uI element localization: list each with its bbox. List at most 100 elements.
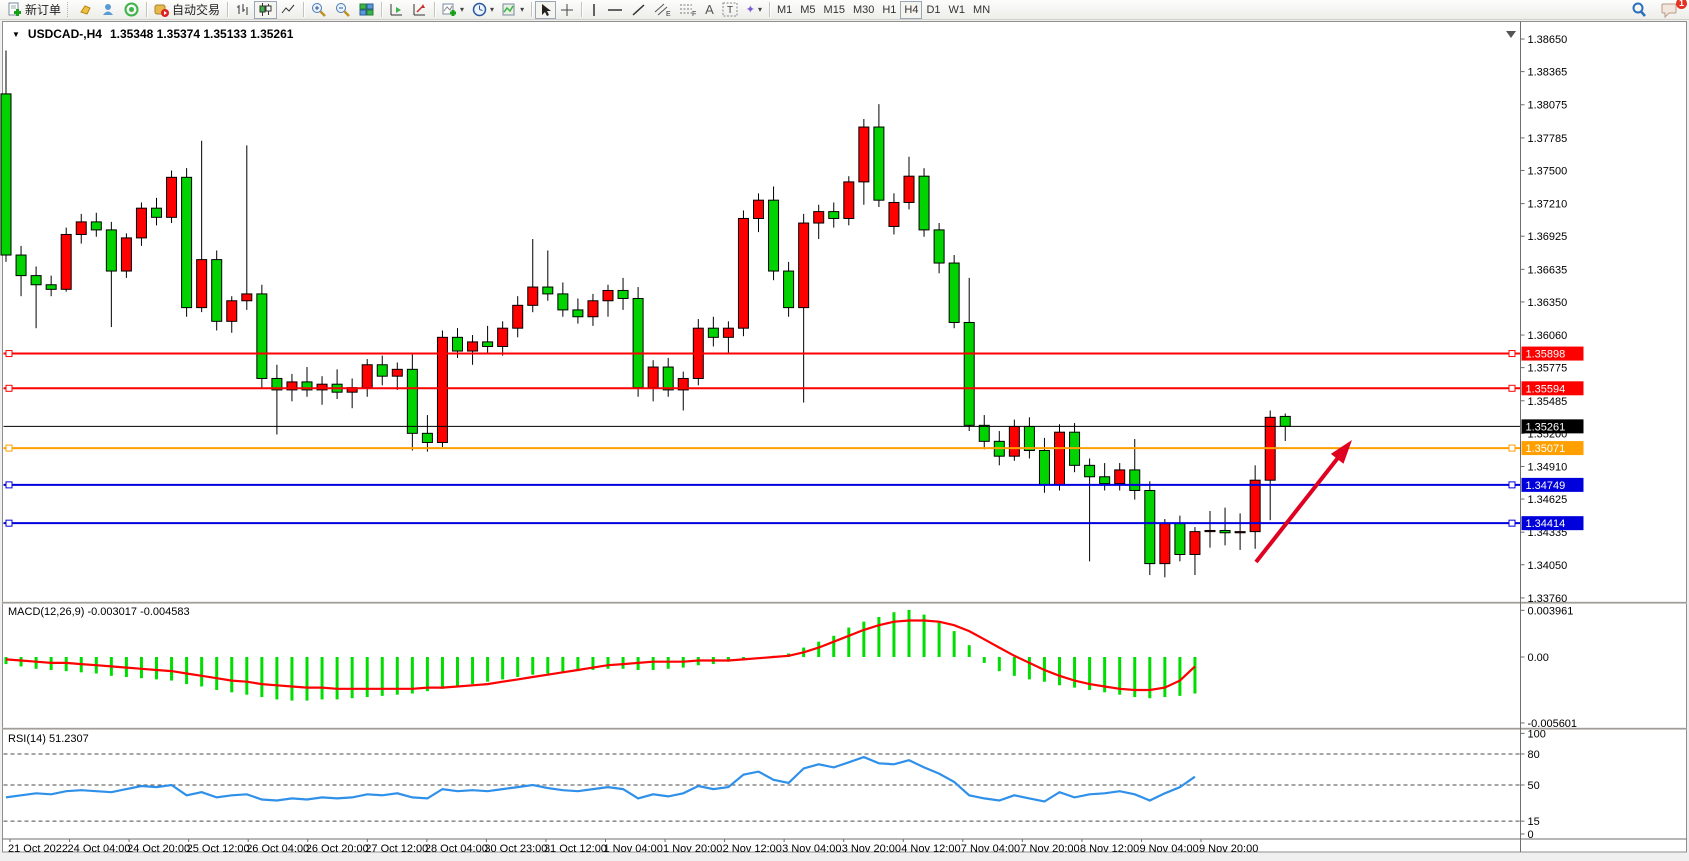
candlestick-chart-button[interactable] xyxy=(254,1,277,19)
indicators-icon xyxy=(442,2,457,17)
zoom-out-button[interactable] xyxy=(331,1,355,19)
price-tick-label: 1.34625 xyxy=(1528,494,1568,506)
arrows-button[interactable]: ✦ ▾ xyxy=(742,1,766,19)
cursor-button[interactable] xyxy=(535,1,556,19)
search-button[interactable] xyxy=(1627,1,1651,19)
candle xyxy=(257,294,267,379)
notifications-button[interactable]: 1 xyxy=(1657,1,1682,19)
text-label-button[interactable]: T xyxy=(718,1,742,19)
line-handle[interactable] xyxy=(6,520,12,526)
price-chart[interactable]: MACD(12,26,9) -0.003017 -0.004583RSI(14)… xyxy=(0,0,1689,861)
bar-chart-button[interactable] xyxy=(231,1,254,19)
candle xyxy=(1130,470,1140,491)
candle xyxy=(889,202,899,226)
auto-scroll-button[interactable] xyxy=(408,1,431,19)
equidistant-channel-button[interactable]: E xyxy=(650,1,675,19)
time-tick-label: 30 Oct 23:00 xyxy=(484,843,547,855)
chart-shift-button[interactable] xyxy=(385,1,408,19)
candle xyxy=(1235,532,1245,533)
candle xyxy=(1,94,11,255)
rsi-indicator-label: RSI(14) 51.2307 xyxy=(8,733,89,745)
candle xyxy=(227,301,237,322)
timeframe-m1-button[interactable]: M1 xyxy=(773,1,796,19)
indicators-button[interactable]: ▾ xyxy=(438,1,468,19)
time-tick-label: 25 Oct 12:00 xyxy=(187,843,250,855)
community-button[interactable] xyxy=(97,1,120,19)
candle xyxy=(46,285,56,290)
signal-button[interactable] xyxy=(120,1,143,19)
time-tick-label: 28 Oct 04:00 xyxy=(425,843,488,855)
crosshair-button[interactable] xyxy=(556,1,578,19)
timeframe-m30-button[interactable]: M30 xyxy=(849,1,878,19)
line-handle[interactable] xyxy=(6,351,12,357)
timeframe-w1-button[interactable]: W1 xyxy=(945,1,970,19)
new-order-label: 新订单 xyxy=(25,1,61,18)
time-tick-label: 26 Oct 04:00 xyxy=(246,843,309,855)
text-icon: A xyxy=(705,2,714,17)
rsi-tick-label: 80 xyxy=(1528,749,1540,761)
line-handle[interactable] xyxy=(6,482,12,488)
line-handle[interactable] xyxy=(1509,520,1515,526)
time-tick-label: 9 Nov 04:00 xyxy=(1139,843,1198,855)
candle xyxy=(573,310,583,317)
candle xyxy=(874,127,884,200)
candle xyxy=(738,218,748,328)
line-chart-button[interactable] xyxy=(277,1,300,19)
candle xyxy=(543,287,553,294)
line-handle[interactable] xyxy=(6,385,12,391)
gold-icon xyxy=(78,2,93,17)
price-tick-label: 1.35485 xyxy=(1528,396,1568,408)
timeframe-h4-button[interactable]: H4 xyxy=(900,1,922,19)
timeframe-m5-button[interactable]: M5 xyxy=(796,1,819,19)
horizontal-line-icon xyxy=(607,3,623,17)
timeframe-mn-button[interactable]: MN xyxy=(969,1,994,19)
horizontal-line-button[interactable] xyxy=(603,1,627,19)
line-handle[interactable] xyxy=(1509,351,1515,357)
timeframe-h1-button[interactable]: H1 xyxy=(878,1,900,19)
autotrading-button[interactable]: 自动交易 xyxy=(150,1,224,19)
zoom-in-icon xyxy=(311,2,327,17)
crosshair-icon xyxy=(560,3,574,17)
tile-windows-button[interactable] xyxy=(355,1,378,19)
templates-button[interactable]: ▾ xyxy=(498,1,528,19)
periods-button[interactable]: ▾ xyxy=(468,1,498,19)
line-handle[interactable] xyxy=(1509,445,1515,451)
toolbar-separator xyxy=(381,2,382,17)
candle xyxy=(1280,416,1290,426)
vertical-line-button[interactable] xyxy=(585,1,603,19)
price-tick-label: 1.36350 xyxy=(1528,297,1568,309)
candle xyxy=(769,200,779,271)
candle xyxy=(392,369,402,376)
candle xyxy=(498,328,508,346)
clock-icon xyxy=(472,2,487,17)
timeframe-d1-button[interactable]: D1 xyxy=(922,1,944,19)
timeframe-m15-button[interactable]: M15 xyxy=(820,1,849,19)
candle xyxy=(618,290,628,298)
line-handle[interactable] xyxy=(6,445,12,451)
candle xyxy=(167,177,177,217)
candle xyxy=(588,301,598,317)
arrows-dropdown-arrow: ▾ xyxy=(758,5,762,14)
indicators-dropdown-arrow: ▾ xyxy=(460,5,464,14)
zoom-in-button[interactable] xyxy=(307,1,331,19)
line-handle[interactable] xyxy=(1509,482,1515,488)
line-handle[interactable] xyxy=(1509,385,1515,391)
new-order-button[interactable]: 新订单 xyxy=(3,1,65,19)
candle xyxy=(121,238,131,271)
trendline-button[interactable] xyxy=(627,1,650,19)
chart-symbol-period: USDCAD-,H4 xyxy=(28,27,102,41)
candle xyxy=(1220,530,1230,532)
price-tick-label: 1.38650 xyxy=(1528,34,1568,46)
toolbar-separator xyxy=(581,2,582,17)
chart-menu-arrow-icon[interactable]: ▼ xyxy=(12,30,20,39)
text-button[interactable]: A xyxy=(701,1,718,19)
price-line-badge: 1.34749 xyxy=(1522,478,1584,492)
toolbar-separator xyxy=(531,2,532,17)
candle xyxy=(558,294,568,310)
price-tick-label: 1.34050 xyxy=(1528,560,1568,572)
candle xyxy=(362,365,372,388)
candle xyxy=(136,208,146,238)
gold-button[interactable] xyxy=(74,1,97,19)
candle xyxy=(1100,477,1110,484)
fibonacci-button[interactable]: F xyxy=(675,1,701,19)
